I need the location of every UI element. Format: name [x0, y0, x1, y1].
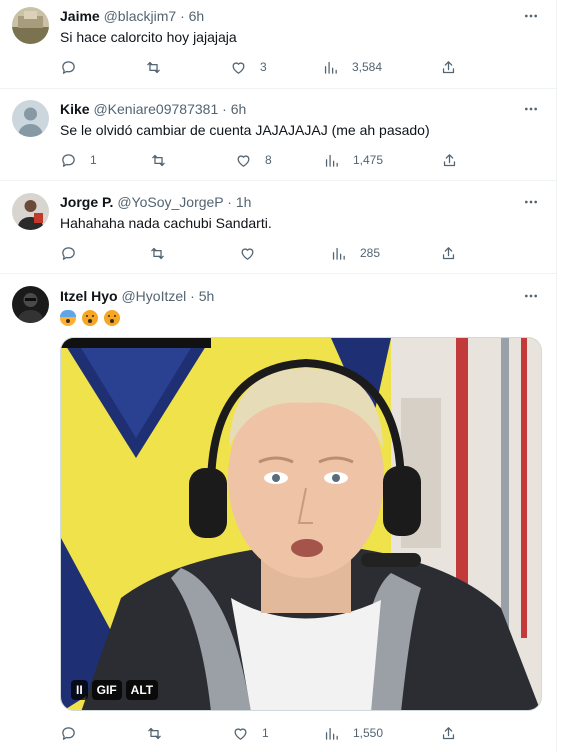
separator-dot: · [227, 194, 232, 210]
like-icon [234, 727, 247, 740]
views-count: 1,550 [353, 726, 384, 740]
avatar[interactable] [12, 286, 49, 323]
timestamp[interactable]: 1h [236, 194, 252, 210]
views-button[interactable]: 285 [330, 243, 380, 263]
like-button[interactable]: 1 [232, 723, 269, 743]
face-screaming-in-fear-icon [60, 310, 76, 327]
action-bar: 1 8 1,475 [60, 150, 460, 170]
like-icon [237, 154, 250, 167]
like-count: 3 [260, 60, 267, 74]
gif-media[interactable]: II GIF ALT [60, 337, 542, 711]
share-button[interactable] [440, 723, 457, 743]
views-icon [325, 727, 338, 740]
avatar[interactable] [12, 7, 49, 44]
tweet-text: Se le olvidó cambiar de cuenta JAJAJAJAJ… [60, 122, 430, 138]
reply-icon [62, 246, 75, 260]
like-button[interactable]: 3 [230, 57, 267, 77]
reply-count: 1 [90, 153, 97, 167]
views-icon [324, 61, 337, 74]
author-name[interactable]: Kike [60, 101, 90, 117]
retweet-button[interactable] [146, 723, 176, 743]
action-bar: 1 1,550 [60, 723, 460, 743]
reply-icon [62, 60, 75, 74]
reply-button[interactable] [60, 723, 90, 743]
like-button[interactable] [239, 243, 269, 263]
pause-button[interactable]: II [71, 680, 88, 700]
views-icon [332, 247, 345, 260]
author-name[interactable]: Jaime [60, 8, 100, 24]
views-count: 1,475 [353, 153, 384, 167]
gif-frame [61, 338, 541, 710]
like-button[interactable]: 8 [235, 150, 272, 170]
share-icon [443, 153, 456, 166]
alt-text-button[interactable]: ALT [125, 680, 159, 700]
views-count: 285 [360, 246, 381, 260]
views-button[interactable]: 1,475 [323, 150, 383, 170]
tweet-header: Jaime @blackjim7 · 6h [60, 7, 204, 25]
views-button[interactable]: 3,584 [322, 57, 382, 77]
author-name[interactable]: Jorge P. [60, 194, 113, 210]
timestamp[interactable]: 5h [199, 288, 215, 304]
action-bar: 3 3,584 [60, 57, 460, 77]
retweet-button[interactable] [149, 243, 179, 263]
more-icon[interactable] [521, 193, 541, 211]
face-with-hand-over-mouth-icon [81, 310, 98, 327]
author-handle[interactable]: @HyoItzel [121, 288, 186, 304]
share-icon [442, 60, 455, 73]
retweet-icon [147, 61, 160, 73]
reply-thread: Jaime @blackjim7 · 6h Si hace calorcito … [0, 0, 557, 752]
separator-dot: · [222, 101, 227, 117]
reply-button[interactable] [60, 243, 90, 263]
tweet-text: Si hace calorcito hoy jajajaja [60, 29, 237, 45]
tweet-header: Itzel Hyo @HyoItzel · 5h [60, 287, 214, 305]
author-handle[interactable]: @blackjim7 [104, 8, 177, 24]
author-handle[interactable]: @Keniare09787381 [93, 101, 218, 117]
share-button[interactable] [440, 243, 457, 263]
action-bar: 285 [60, 243, 460, 263]
tweet-text: Hahahaha nada cachubi Sandarti. [60, 215, 272, 231]
more-icon[interactable] [521, 100, 541, 118]
tweet-header: Jorge P. @YoSoy_JorgeP · 1h [60, 193, 251, 211]
like-count: 8 [265, 153, 272, 167]
like-count: 1 [262, 726, 269, 740]
reply-button[interactable] [60, 57, 90, 77]
gif-badge: GIF [91, 680, 122, 700]
gif-controls: II GIF ALT [71, 680, 159, 700]
avatar[interactable] [12, 193, 49, 230]
tweet-header: Kike @Keniare09787381 · 6h [60, 100, 246, 118]
face-with-hand-over-mouth-icon [103, 310, 120, 327]
more-icon[interactable] [521, 7, 541, 25]
like-icon [241, 247, 254, 260]
tweet-itzel[interactable]: Itzel Hyo @HyoItzel · 5h II GIF ALT 1 1,… [0, 274, 557, 752]
tweet-kike[interactable]: Kike @Keniare09787381 · 6h Se le olvidó … [0, 89, 557, 181]
reply-icon [62, 153, 75, 167]
tweet-jorge[interactable]: Jorge P. @YoSoy_JorgeP · 1h Hahahaha nad… [0, 181, 557, 274]
retweet-button[interactable] [145, 57, 175, 77]
reply-button[interactable]: 1 [60, 150, 97, 170]
author-name[interactable]: Itzel Hyo [60, 288, 118, 304]
reply-icon [62, 726, 75, 740]
retweet-icon [151, 247, 164, 259]
separator-dot: · [190, 288, 195, 304]
share-icon [442, 726, 455, 739]
author-handle[interactable]: @YoSoy_JorgeP [117, 194, 223, 210]
tweet-jaime[interactable]: Jaime @blackjim7 · 6h Si hace calorcito … [0, 0, 557, 89]
share-button[interactable] [441, 150, 458, 170]
share-button[interactable] [440, 57, 457, 77]
like-icon [232, 61, 245, 74]
avatar[interactable] [12, 100, 49, 137]
views-button[interactable]: 1,550 [323, 723, 383, 743]
tweet-emojis [60, 308, 122, 327]
views-count: 3,584 [352, 60, 383, 74]
timestamp[interactable]: 6h [189, 8, 205, 24]
more-icon[interactable] [521, 287, 541, 305]
views-icon [325, 154, 338, 167]
retweet-icon [148, 727, 161, 739]
share-icon [442, 246, 455, 259]
retweet-icon [152, 154, 165, 166]
retweet-button[interactable] [150, 150, 180, 170]
timestamp[interactable]: 6h [231, 101, 247, 117]
separator-dot: · [180, 8, 185, 24]
